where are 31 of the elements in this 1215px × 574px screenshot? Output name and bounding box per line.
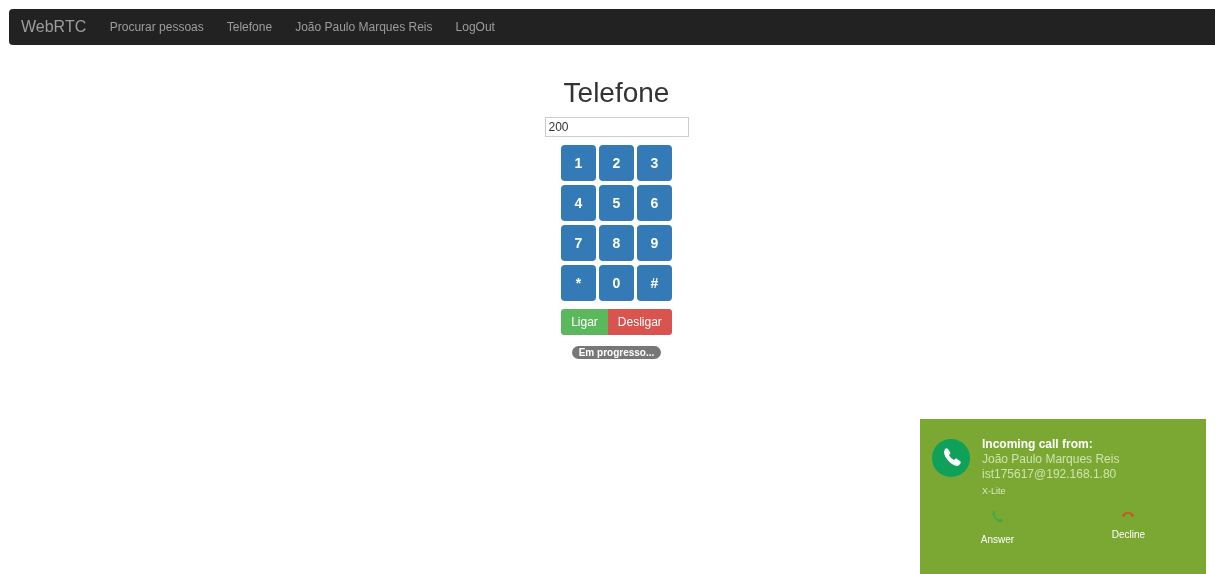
notification-heading: Incoming call from: [982, 437, 1094, 452]
keypad-key[interactable]: 7 [561, 225, 596, 261]
keypad-key[interactable]: 2 [599, 145, 634, 181]
nav-link[interactable]: João Paulo Marques Reis [295, 20, 433, 34]
nav-link[interactable]: Procurar pessoas [109, 20, 204, 34]
page-title: Telefone [563, 77, 670, 109]
answer-button[interactable]: Answer [976, 510, 1019, 545]
keypad-key[interactable]: 5 [599, 185, 634, 221]
keypad-key[interactable]: 4 [561, 185, 596, 221]
call-action-button[interactable]: Desligar [607, 309, 672, 335]
caller-name: João Paulo Marques Reis [982, 452, 1120, 467]
status-badge: Em progresso... [571, 346, 662, 359]
keypad-key[interactable]: 9 [637, 225, 672, 261]
nav-link[interactable]: LogOut [455, 20, 495, 34]
brand-link[interactable]: WebRTC [21, 18, 87, 36]
nav-link[interactable]: Telefone [226, 20, 273, 34]
number-field[interactable]: 200 [544, 117, 689, 137]
call-action-button[interactable]: Ligar [561, 309, 608, 335]
keypad-key[interactable]: 3 [637, 145, 672, 181]
hang-up-icon [1121, 510, 1136, 519]
keypad-key[interactable]: 6 [637, 185, 672, 221]
keypad-key[interactable]: * [561, 265, 596, 301]
keypad-key[interactable]: # [637, 265, 672, 301]
app-name: X-Lite [982, 486, 1007, 496]
keypad-key[interactable]: 8 [599, 225, 634, 261]
caller-address: ist175617@192.168.1.80 [982, 467, 1118, 482]
phone-icon [990, 510, 1005, 524]
phone-icon [932, 439, 970, 477]
keypad-key[interactable]: 1 [561, 145, 596, 181]
keypad-key[interactable]: 0 [599, 265, 634, 301]
decline-button[interactable]: Decline [1107, 510, 1150, 545]
